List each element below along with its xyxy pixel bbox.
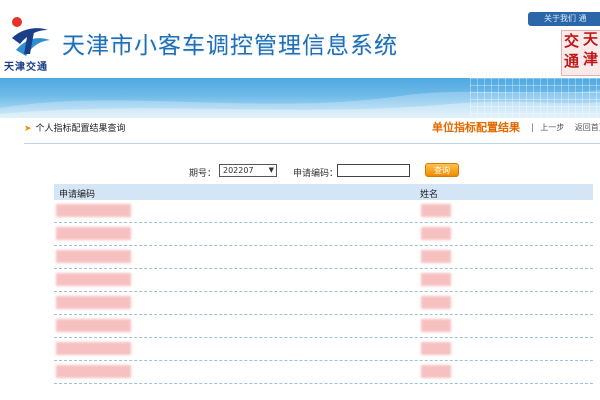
redacted-name	[421, 273, 451, 286]
breadcrumb: ➤ 个人指标配置结果查询	[24, 121, 126, 134]
period-label: 期号：	[189, 169, 217, 179]
traffic-seal-logo: 交 天 通 津	[561, 30, 600, 76]
redacted-name	[421, 296, 451, 309]
table-row	[54, 338, 593, 361]
header: 天津交通 天津市小客车调控管理信息系统 天津市小客车调控管理信息系统 关于我们 …	[0, 0, 600, 78]
redacted-name	[421, 319, 451, 332]
redacted-code	[56, 319, 131, 332]
header-banner	[0, 78, 600, 118]
redacted-name	[421, 250, 451, 263]
results-table: 申请编码 姓名	[54, 184, 593, 384]
separator: |	[531, 123, 534, 132]
redacted-code	[56, 227, 131, 240]
logo-text: 天津交通	[4, 62, 48, 73]
seal-char: 交	[564, 32, 580, 50]
seal-char: 通	[564, 52, 580, 70]
table-row	[54, 223, 593, 246]
redacted-code	[56, 273, 131, 286]
query-button[interactable]: 查询	[425, 163, 459, 177]
redacted-code	[56, 204, 131, 217]
table-header: 申请编码 姓名	[54, 184, 593, 200]
redacted-name	[421, 342, 451, 355]
prev-step-link[interactable]: 上一步	[540, 123, 564, 132]
seal-char: 天	[583, 30, 599, 48]
application-code-input[interactable]	[337, 164, 410, 177]
table-row	[54, 361, 593, 384]
period-select[interactable]: 202207 ▼	[219, 164, 277, 177]
application-code-label: 申请编码：	[293, 169, 339, 179]
redacted-code	[56, 250, 131, 263]
redacted-name	[421, 227, 451, 240]
top-nav-tab[interactable]: 关于我们 通	[528, 12, 600, 26]
redacted-code	[56, 342, 131, 355]
banner-grid-decoration	[470, 78, 600, 118]
table-row	[54, 200, 593, 223]
chevron-down-icon: ▼	[268, 166, 274, 174]
column-header-name: 姓名	[420, 190, 439, 200]
query-form: 期号： 202207 ▼ 申请编码： 查询	[0, 163, 600, 179]
redacted-code	[56, 365, 131, 378]
table-row	[54, 269, 593, 292]
period-value: 202207	[223, 166, 254, 175]
seal-char: 津	[583, 50, 599, 68]
right-nav-links: | 上一步 返回首页	[531, 122, 600, 133]
home-link[interactable]: 返回首页	[575, 123, 600, 132]
unit-result-link[interactable]: 单位指标配置结果	[432, 119, 520, 135]
table-row	[54, 315, 593, 338]
table-row	[54, 246, 593, 269]
tianjin-transport-logo-icon	[12, 17, 50, 56]
divider	[24, 143, 600, 144]
column-header-code: 申请编码	[59, 190, 96, 200]
table-body	[54, 200, 593, 384]
table-row	[54, 292, 593, 315]
system-title-reflection: 天津市小客车调控管理信息系统	[62, 37, 398, 49]
redacted-name	[421, 365, 451, 378]
redacted-code	[56, 296, 131, 309]
redacted-name	[421, 204, 451, 217]
arrow-right-icon: ➤	[24, 124, 32, 134]
breadcrumb-label: 个人指标配置结果查询	[35, 124, 126, 134]
